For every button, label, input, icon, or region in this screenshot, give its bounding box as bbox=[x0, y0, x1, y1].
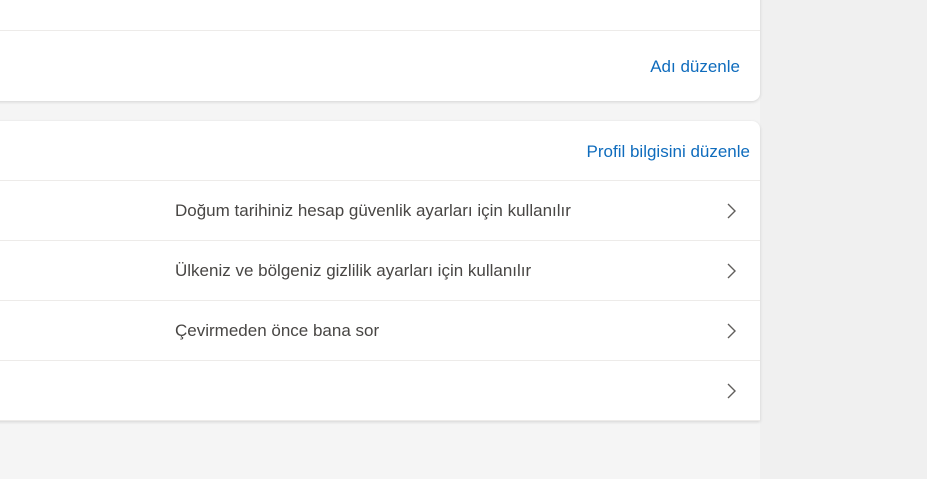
name-card-divider bbox=[0, 30, 760, 31]
profile-info-card: Profil bilgisini düzenle Doğum tarihiniz… bbox=[0, 121, 760, 421]
chevron-right-icon bbox=[724, 202, 740, 220]
country-region-row[interactable]: Ülkeniz ve bölgeniz gizlilik ayarları iç… bbox=[0, 241, 760, 301]
birthdate-row-text: Doğum tarihiniz hesap güvenlik ayarları … bbox=[175, 201, 571, 220]
translation-row[interactable]: Çevirmeden önce bana sor bbox=[0, 301, 760, 361]
chevron-right-icon bbox=[724, 262, 740, 280]
chevron-right-icon bbox=[724, 382, 740, 400]
additional-setting-row[interactable] bbox=[0, 361, 760, 421]
chevron-right-icon bbox=[724, 322, 740, 340]
birthdate-row[interactable]: Doğum tarihiniz hesap güvenlik ayarları … bbox=[0, 181, 760, 241]
profile-page: Adı düzenle Profil bilgisini düzenle Doğ… bbox=[0, 0, 927, 479]
translation-row-text: Çevirmeden önce bana sor bbox=[175, 321, 380, 340]
edit-profile-info-link[interactable]: Profil bilgisini düzenle bbox=[587, 142, 750, 162]
profile-card-header: Profil bilgisini düzenle bbox=[0, 121, 760, 181]
edit-name-link[interactable]: Adı düzenle bbox=[650, 57, 740, 77]
name-card: Adı düzenle bbox=[0, 0, 760, 101]
right-background-panel bbox=[760, 0, 927, 479]
country-region-row-text: Ülkeniz ve bölgeniz gizlilik ayarları iç… bbox=[175, 261, 532, 280]
